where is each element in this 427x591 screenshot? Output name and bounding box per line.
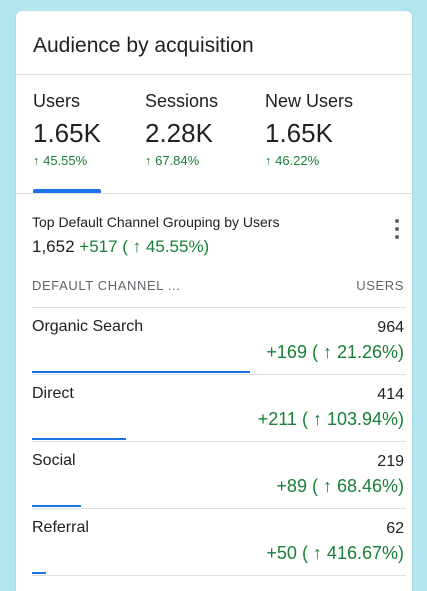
users-change: +89 ( ↑ 68.46%) bbox=[276, 476, 404, 496]
channel-label: Organic Search bbox=[32, 318, 144, 335]
metric-value: 1.65K bbox=[265, 118, 333, 148]
users-change: +169 ( ↑ 21.26%) bbox=[266, 342, 404, 362]
table-row[interactable]: Referral 62 +50 ( ↑ 416.67%) bbox=[16, 509, 412, 576]
metric-change: ↑ 46.22% bbox=[265, 153, 320, 168]
users-change: +50 ( ↑ 416.67%) bbox=[266, 543, 404, 563]
column-header-channel: DEFAULT CHANNEL ... bbox=[32, 278, 181, 293]
breakdown-total: 1,652 bbox=[32, 237, 75, 256]
breakdown-delta: +517 ( ↑ 45.55%) bbox=[79, 237, 210, 256]
users-value: 964 bbox=[377, 319, 404, 336]
channel-label: Direct bbox=[32, 385, 74, 402]
metric-value: 2.28K bbox=[145, 118, 213, 148]
breakdown-title: Top Default Channel Grouping by Users bbox=[32, 214, 280, 230]
metric-change: ↑ 67.84% bbox=[145, 153, 200, 168]
audience-card: Audience by acquisition Users 1.65K ↑ 45… bbox=[16, 11, 412, 591]
metric-users-tab[interactable]: Users 1.65K ↑ 45.55% bbox=[33, 91, 101, 168]
users-value: 62 bbox=[386, 520, 404, 537]
share-bar bbox=[32, 371, 250, 373]
share-bar bbox=[32, 572, 46, 574]
row-divider bbox=[32, 575, 406, 576]
table-row[interactable]: Organic Search 964 +169 ( ↑ 21.26%) bbox=[16, 308, 412, 375]
metric-value: 1.65K bbox=[33, 118, 101, 148]
metric-label: Sessions bbox=[145, 91, 219, 111]
breakdown-stats: 1,652 +517 ( ↑ 45.55%) bbox=[32, 237, 209, 257]
metric-change: ↑ 45.55% bbox=[33, 153, 88, 168]
metric-label: Users bbox=[33, 91, 81, 111]
column-header-users: USERS bbox=[356, 278, 404, 293]
channel-label: Referral bbox=[32, 519, 89, 536]
share-bar bbox=[32, 505, 81, 507]
metric-new-users-tab[interactable]: New Users 1.65K ↑ 46.22% bbox=[265, 91, 353, 168]
table-row[interactable]: Social 219 +89 ( ↑ 68.46%) bbox=[16, 442, 412, 509]
share-bar bbox=[32, 438, 126, 440]
card-title: Audience by acquisition bbox=[33, 34, 254, 57]
users-value: 219 bbox=[377, 453, 404, 470]
users-change: +211 ( ↑ 103.94%) bbox=[257, 409, 404, 429]
table-row[interactable]: Direct 414 +211 ( ↑ 103.94%) bbox=[16, 375, 412, 442]
title-divider bbox=[16, 74, 412, 75]
metric-label: New Users bbox=[265, 91, 354, 111]
metric-sessions-tab[interactable]: Sessions 2.28K ↑ 67.84% bbox=[145, 91, 218, 168]
users-value: 414 bbox=[377, 386, 404, 403]
more-vert-icon[interactable] bbox=[391, 219, 403, 245]
tab-divider bbox=[16, 193, 412, 194]
channel-label: Social bbox=[32, 452, 76, 469]
